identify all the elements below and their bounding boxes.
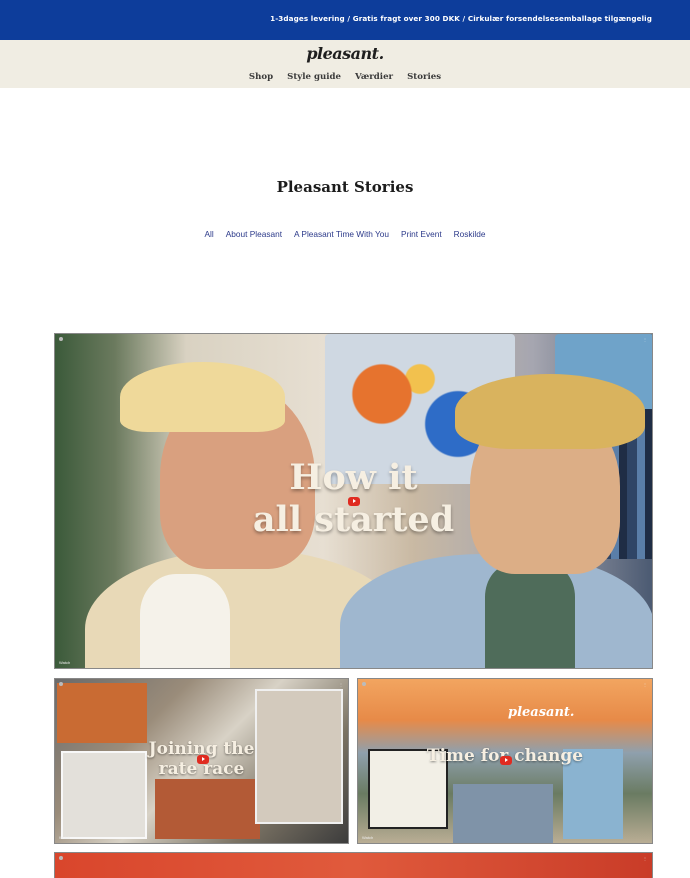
collage-photo	[57, 683, 147, 743]
video-joining-rate-race[interactable]: ⋮ Joining the rate race Watch	[54, 678, 349, 844]
video-top-bar	[59, 856, 65, 861]
filter-pleasant-time[interactable]: A Pleasant Time With You	[294, 229, 389, 239]
nav-shop[interactable]: Shop	[249, 72, 273, 82]
channel-avatar-icon	[59, 337, 63, 342]
announcement-bar: 1-3dages levering / Gratis fragt over 30…	[0, 0, 690, 40]
video-top-bar	[59, 337, 65, 342]
nav-stories[interactable]: Stories	[407, 72, 441, 82]
video-title-line: How it	[289, 457, 418, 498]
filter-roskilde[interactable]: Roskilde	[454, 229, 486, 239]
filter-print-event[interactable]: Print Event	[401, 229, 442, 239]
watch-label[interactable]: Watch	[59, 835, 70, 840]
page-title: Pleasant Stories	[276, 178, 414, 196]
channel-avatar-icon	[59, 856, 63, 861]
nav-style-guide[interactable]: Style guide	[287, 72, 341, 82]
video-next[interactable]: ⋮	[54, 852, 653, 878]
announcement-text: 1-3dages levering / Gratis fragt over 30…	[270, 14, 652, 23]
brand-logo[interactable]: pleasant.	[0, 44, 690, 63]
person-left-shirt	[140, 574, 230, 668]
youtube-play-icon[interactable]	[500, 756, 512, 765]
watch-label[interactable]: Watch	[59, 660, 70, 665]
video-menu-icon[interactable]: ⋮	[643, 337, 647, 342]
site-header: pleasant. Shop Style guide Værdier Stori…	[0, 40, 690, 88]
video-top-bar	[59, 682, 65, 687]
video-top-bar	[362, 682, 368, 687]
collage-photo	[453, 784, 553, 843]
youtube-play-icon[interactable]	[348, 497, 360, 506]
video-time-for-change[interactable]: pleasant. ⋮ Time for change Watch	[357, 678, 653, 844]
nav-values[interactable]: Værdier	[355, 72, 393, 82]
filter-all[interactable]: All	[205, 229, 214, 239]
video-menu-icon[interactable]: ⋮	[339, 682, 343, 687]
brand-watermark: pleasant.	[508, 705, 575, 720]
video-menu-icon[interactable]: ⋮	[643, 856, 647, 861]
cap	[120, 362, 285, 432]
video-menu-icon[interactable]: ⋮	[643, 682, 647, 687]
story-filters: All About Pleasant A Pleasant Time With …	[0, 229, 690, 239]
channel-avatar-icon	[59, 682, 63, 687]
youtube-play-icon[interactable]	[197, 755, 209, 764]
filter-about-pleasant[interactable]: About Pleasant	[226, 229, 282, 239]
channel-avatar-icon	[362, 682, 366, 687]
person-right-shirt	[485, 564, 575, 668]
hair	[455, 374, 645, 449]
watch-label[interactable]: Watch	[362, 835, 373, 840]
video-thumbnail	[55, 853, 652, 878]
collage-photo	[155, 779, 260, 839]
main-nav: Shop Style guide Værdier Stories	[0, 72, 690, 82]
video-how-it-started[interactable]: ⋮ How it all started Watch	[54, 333, 653, 669]
